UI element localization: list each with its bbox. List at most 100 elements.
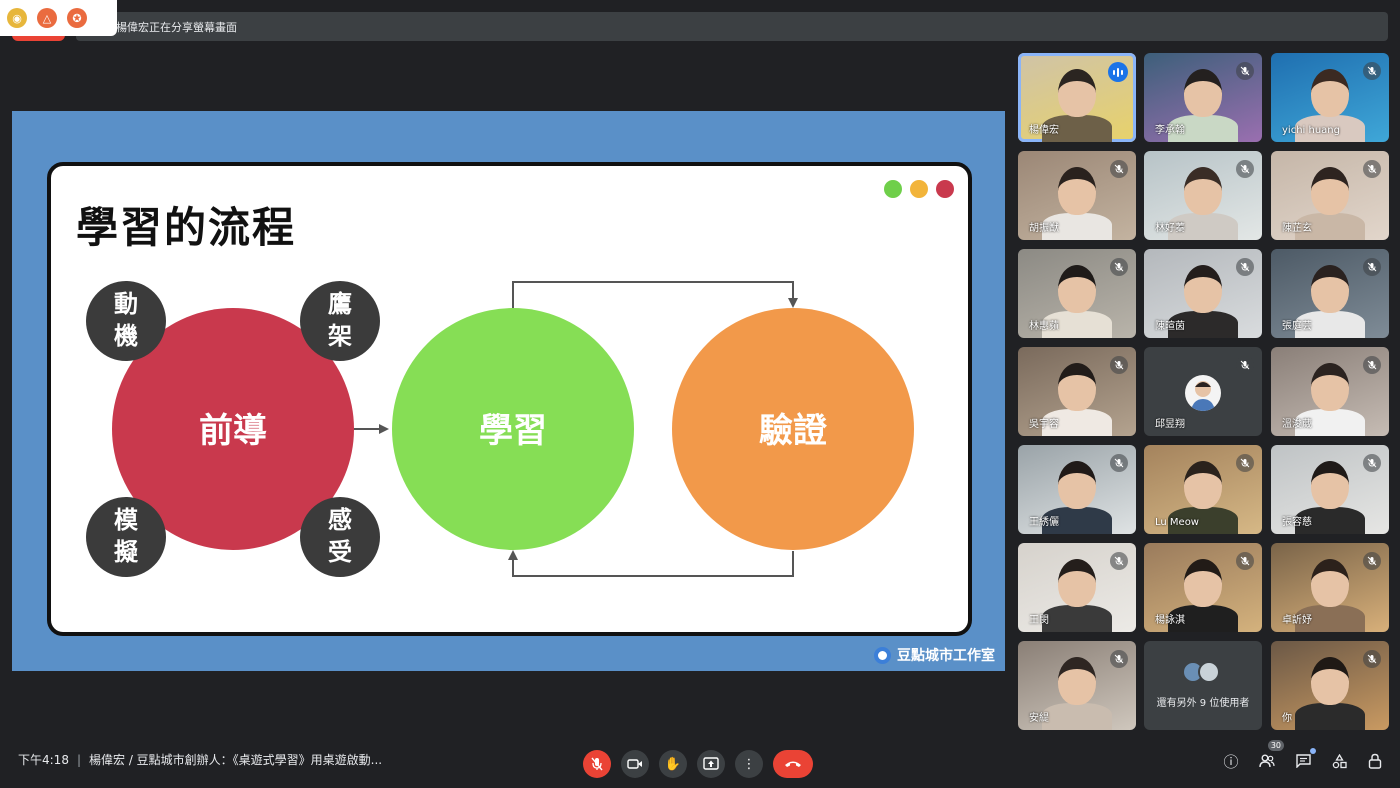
separator: |	[76, 753, 81, 767]
participant-head	[1058, 461, 1096, 509]
participant-tile[interactable]: 林好蓁	[1144, 151, 1262, 240]
side-controls: ⓘ 30	[1220, 740, 1386, 772]
more-options-button[interactable]: ⋮	[735, 750, 763, 778]
mic-muted-icon	[1363, 552, 1381, 570]
learn-label: 學習	[479, 411, 547, 451]
participant-name: 王綉儷	[1029, 517, 1059, 528]
chat-icon	[1295, 754, 1311, 768]
call-controls: ✋ ⋮	[583, 750, 813, 778]
simulation-label-top: 模	[114, 506, 139, 534]
participant-tile[interactable]: 楊詠淇	[1144, 543, 1262, 632]
meeting-info: 下午4:18 | 楊偉宏 / 豆點城市創辦人：《桌遊式學習》用桌遊啟動...	[18, 751, 382, 768]
participant-name: 邱昱翔	[1155, 419, 1185, 430]
present-button[interactable]	[697, 750, 725, 778]
meeting-title[interactable]: 楊偉宏 / 豆點城市創辦人：《桌遊式學習》用桌遊啟動...	[89, 753, 382, 767]
mic-muted-icon	[1110, 356, 1128, 374]
participant-head	[1058, 559, 1096, 607]
mic-muted-icon	[1236, 356, 1254, 374]
participant-head	[1184, 69, 1222, 117]
avatar	[1185, 375, 1221, 411]
participant-name: 你	[1282, 713, 1292, 724]
participant-tile[interactable]: 安緹	[1018, 641, 1136, 730]
participant-tile[interactable]: 胡振猷	[1018, 151, 1136, 240]
host-controls-button[interactable]	[1364, 750, 1386, 772]
screen-share-banner: 楊偉宏正在分享螢幕畫面	[76, 12, 1388, 41]
arrow-verify-to-learn	[512, 551, 794, 577]
chat-notification-dot	[1310, 748, 1316, 754]
participant-tile[interactable]: 卓訢妤	[1271, 543, 1389, 632]
star-icon[interactable]: ✪	[67, 8, 87, 28]
participant-tile[interactable]: 吳宇容	[1018, 347, 1136, 436]
shared-presentation: 學習的流程 前導 學習 驗證 動 機 鷹 架 模 擬 感 受 豆點城市工作室	[12, 111, 1005, 671]
meeting-details-button[interactable]: ⓘ	[1220, 750, 1242, 772]
feeling-label-bottom: 受	[328, 538, 352, 566]
chat-button[interactable]	[1292, 748, 1316, 772]
feeling-label-top: 感	[328, 506, 352, 534]
participant-head	[1311, 167, 1349, 215]
participant-tile[interactable]: 王閔	[1018, 543, 1136, 632]
participant-head	[1184, 461, 1222, 509]
arrow-learn-to-verify	[512, 281, 794, 308]
participant-tile[interactable]: 林惠蘋	[1018, 249, 1136, 338]
mic-muted-icon	[1363, 160, 1381, 178]
more-options-icon: ⋮	[742, 756, 756, 772]
participant-tile[interactable]: 張庭芸	[1271, 249, 1389, 338]
participant-tile[interactable]: 溫浚葳	[1271, 347, 1389, 436]
mic-off-icon	[591, 757, 603, 771]
mic-muted-icon	[1363, 650, 1381, 668]
participant-tile[interactable]: yichi huang	[1271, 53, 1389, 142]
mic-muted-icon	[1236, 62, 1254, 80]
participant-count-badge: 30	[1267, 740, 1284, 751]
participant-name: 胡振猷	[1029, 223, 1059, 234]
participant-tile[interactable]: 陳暄茵	[1144, 249, 1262, 338]
motivation-label-bottom: 機	[114, 322, 138, 350]
participant-head	[1058, 265, 1096, 313]
motivation-label-top: 動	[114, 290, 138, 318]
speaking-indicator-icon	[1108, 62, 1128, 82]
people-button[interactable]: 30	[1256, 740, 1284, 772]
participant-tile[interactable]: 陳芷玄	[1271, 151, 1389, 240]
end-call-button[interactable]	[773, 750, 813, 778]
bell-icon[interactable]: ◉	[7, 8, 27, 28]
mic-off-button[interactable]	[583, 750, 611, 778]
participant-name: 林惠蘋	[1029, 321, 1059, 332]
participant-tile[interactable]: 楊偉宏	[1018, 53, 1136, 142]
simulation-label-bottom: 擬	[114, 538, 139, 566]
mic-muted-icon	[1236, 454, 1254, 472]
more-participants-avatars	[1182, 661, 1220, 683]
more-participants-tile[interactable]: 還有另外 9 位使用者	[1144, 641, 1262, 730]
participant-tile[interactable]: 張容慈	[1271, 445, 1389, 534]
scaffold-label-bottom: 架	[328, 322, 352, 350]
mic-muted-icon	[1110, 552, 1128, 570]
participant-name: 安緹	[1029, 713, 1049, 724]
participant-tile[interactable]: 邱昱翔	[1144, 347, 1262, 436]
participant-head	[1184, 265, 1222, 313]
participant-head	[1311, 69, 1349, 117]
bottom-bar: 下午4:18 | 楊偉宏 / 豆點城市創辦人：《桌遊式學習》用桌遊啟動... ✋ ⋮	[0, 738, 1400, 788]
participant-name: yichi huang	[1282, 125, 1340, 136]
scaffold-label-top: 鷹	[328, 290, 352, 318]
activities-button[interactable]	[1328, 750, 1350, 772]
participant-tile[interactable]: 李承翰	[1144, 53, 1262, 142]
participant-name: 溫浚葳	[1282, 419, 1312, 430]
info-icon: ⓘ	[1223, 752, 1239, 771]
participant-head	[1184, 167, 1222, 215]
end-call-icon	[785, 761, 801, 767]
participant-name: 楊偉宏	[1029, 125, 1059, 136]
raise-hand-button[interactable]: ✋	[659, 750, 687, 778]
watermark-text: 豆點城市工作室	[897, 648, 995, 664]
participant-head	[1311, 363, 1349, 411]
mic-muted-icon	[1236, 258, 1254, 276]
participant-head	[1058, 167, 1096, 215]
participant-tile[interactable]: 王綉儷	[1018, 445, 1136, 534]
participant-head	[1058, 363, 1096, 411]
drive-icon[interactable]: △	[37, 8, 57, 28]
raise-hand-icon: ✋	[664, 756, 682, 772]
mic-muted-icon	[1363, 356, 1381, 374]
participant-head	[1311, 461, 1349, 509]
participant-head	[1311, 265, 1349, 313]
camera-button[interactable]	[621, 750, 649, 778]
participant-tile[interactable]: Lu Meow	[1144, 445, 1262, 534]
extension-toolbar: ◉ △ ✪	[0, 0, 117, 36]
participant-tile[interactable]: 你	[1271, 641, 1389, 730]
